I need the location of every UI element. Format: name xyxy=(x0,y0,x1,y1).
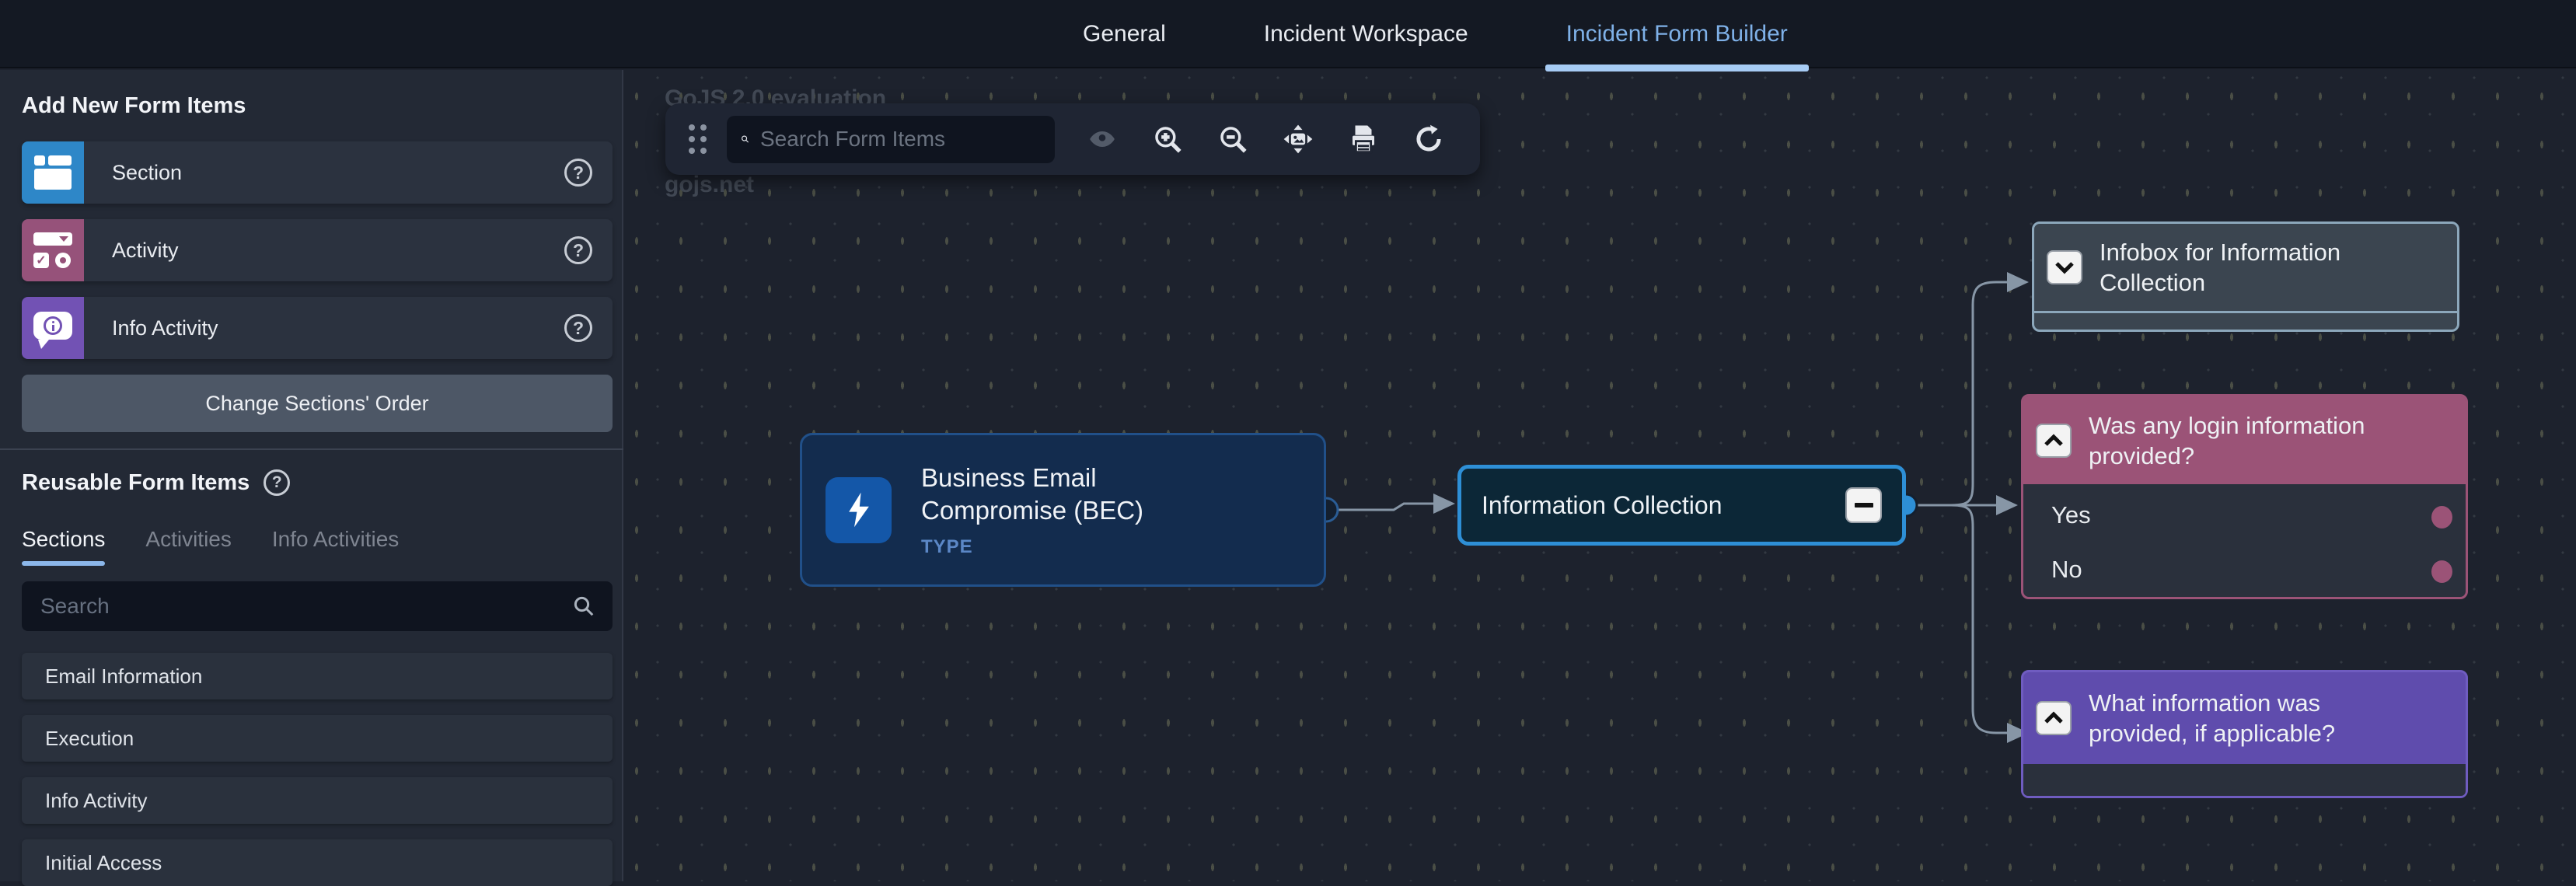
chevron-up-icon xyxy=(2044,711,2064,725)
minus-icon xyxy=(1855,503,1873,508)
type-node-badge: TYPE xyxy=(921,536,1143,558)
reusable-section-initial-access[interactable]: Initial Access xyxy=(22,839,613,886)
search-icon xyxy=(741,128,749,150)
section-layout-icon xyxy=(22,141,84,204)
chevron-down-icon xyxy=(2054,260,2075,274)
reusable-section-email-information[interactable]: Email Information xyxy=(22,653,613,699)
tab-incident-form-builder[interactable]: Incident Form Builder xyxy=(1545,0,1809,68)
form-items-sidebar: Add New Form Items Section ? ✓ Activity … xyxy=(0,70,623,881)
option-yes-port[interactable] xyxy=(2431,506,2452,528)
section-help-icon[interactable]: ? xyxy=(564,159,592,187)
add-new-form-items-title: Add New Form Items xyxy=(22,93,246,119)
info-activity-help-icon[interactable]: ? xyxy=(564,314,592,342)
infobox-title-line2: Collection xyxy=(2100,267,2340,298)
arrowhead xyxy=(1996,495,2018,515)
tab-general[interactable]: General xyxy=(1062,0,1187,68)
link-section-to-infobox xyxy=(1951,282,2009,505)
activity-checklist-icon: ✓ xyxy=(22,219,84,281)
active-tab-underline xyxy=(1545,65,1809,72)
change-sections-order-button[interactable]: Change Sections' Order xyxy=(22,375,613,432)
reusable-section-execution[interactable]: Execution xyxy=(22,715,613,762)
zoom-in-icon[interactable] xyxy=(1150,121,1185,157)
tab-incident-workspace-label: Incident Workspace xyxy=(1264,21,1468,47)
section-node-title: Information Collection xyxy=(1482,491,1845,520)
add-info-activity-button[interactable]: Info Activity ? xyxy=(22,297,613,359)
tab-general-label: General xyxy=(1083,21,1166,47)
expand-chevron-down-button[interactable] xyxy=(2047,250,2082,284)
zoom-to-fit-icon[interactable] xyxy=(1280,121,1316,157)
sidebar-divider xyxy=(0,448,623,450)
infobox-footer xyxy=(2034,311,2457,327)
question1-title-line2: provided? xyxy=(2089,441,2365,471)
add-section-button[interactable]: Section ? xyxy=(22,141,613,204)
visibility-eye-icon[interactable] xyxy=(1084,121,1120,157)
infobox-title-line1: Infobox for Information xyxy=(2100,237,2340,267)
canvas-toolbar xyxy=(665,103,1480,175)
node-information-collection[interactable]: Information Collection xyxy=(1457,465,1906,546)
tab-sections[interactable]: Sections xyxy=(22,527,105,566)
node-infobox-information-collection[interactable]: Infobox for Information Collection xyxy=(2032,222,2459,332)
node-what-information-provided[interactable]: What information was provided, if applic… xyxy=(2021,670,2468,798)
question2-title-line2: provided, if applicable? xyxy=(2089,718,2335,748)
tab-incident-workspace[interactable]: Incident Workspace xyxy=(1243,0,1489,68)
collapse-minus-button[interactable] xyxy=(1845,487,1882,523)
zoom-out-icon[interactable] xyxy=(1215,121,1251,157)
print-icon[interactable] xyxy=(1346,121,1381,157)
activity-help-icon[interactable]: ? xyxy=(564,236,592,264)
add-info-activity-label: Info Activity xyxy=(112,316,218,340)
tab-sections-label: Sections xyxy=(22,527,105,551)
node-business-email-compromise[interactable]: Business Email Compromise (BEC) TYPE xyxy=(800,433,1326,587)
refresh-icon[interactable] xyxy=(1411,121,1447,157)
add-section-label: Section xyxy=(112,161,182,185)
sidebar-search xyxy=(22,581,613,631)
add-activity-label: Activity xyxy=(112,239,179,263)
toolbar-drag-handle-icon[interactable] xyxy=(689,124,707,154)
collapse-chevron-up-button[interactable] xyxy=(2036,424,2072,458)
top-tab-strip: General Incident Workspace Incident Form… xyxy=(1034,0,1837,68)
search-icon xyxy=(572,595,595,618)
reusable-section-info-activity[interactable]: Info Activity xyxy=(22,777,613,824)
tab-info-activities-label: Info Activities xyxy=(272,527,399,551)
option-no-port[interactable] xyxy=(2431,560,2452,583)
canvas-search xyxy=(727,116,1055,163)
tab-activities-label: Activities xyxy=(145,527,231,551)
reusable-help-icon[interactable]: ? xyxy=(264,469,290,496)
form-builder-canvas[interactable]: GoJS 2.0 evaluation (c) 1998-2022 Northw… xyxy=(625,70,2576,881)
type-node-title-line1: Business Email xyxy=(921,462,1143,494)
add-activity-button[interactable]: ✓ Activity ? xyxy=(22,219,613,281)
node-was-login-information-provided[interactable]: Was any login information provided? Yes … xyxy=(2021,394,2468,599)
sidebar-search-input[interactable] xyxy=(22,594,572,619)
tab-info-activities[interactable]: Info Activities xyxy=(272,527,399,566)
sections-tab-underline xyxy=(22,561,105,566)
top-bar: General Incident Workspace Incident Form… xyxy=(0,0,2576,68)
option-no[interactable]: No xyxy=(2051,556,2082,584)
question2-footer xyxy=(2023,764,2466,796)
lightning-bolt-icon xyxy=(826,477,892,543)
reusable-form-items-title: Reusable Form Items xyxy=(22,470,250,496)
chevron-up-icon xyxy=(2044,434,2064,448)
question2-title-line1: What information was xyxy=(2089,688,2335,718)
question1-title-line1: Was any login information xyxy=(2089,410,2365,441)
tab-activities[interactable]: Activities xyxy=(145,527,231,566)
tab-incident-form-builder-label: Incident Form Builder xyxy=(1566,21,1788,47)
arrowhead xyxy=(2007,272,2029,292)
collapse-chevron-up-button[interactable] xyxy=(2036,701,2072,735)
link-section-to-question2 xyxy=(1951,505,2009,733)
link-type-to-section xyxy=(1338,504,1433,510)
arrowhead xyxy=(1433,494,1455,514)
reusable-tab-strip: Sections Activities Info Activities xyxy=(22,527,399,566)
canvas-search-input[interactable] xyxy=(749,127,1041,152)
info-speech-bubble-icon xyxy=(22,297,84,359)
type-node-title-line2: Compromise (BEC) xyxy=(921,494,1143,527)
option-yes[interactable]: Yes xyxy=(2051,501,2091,529)
